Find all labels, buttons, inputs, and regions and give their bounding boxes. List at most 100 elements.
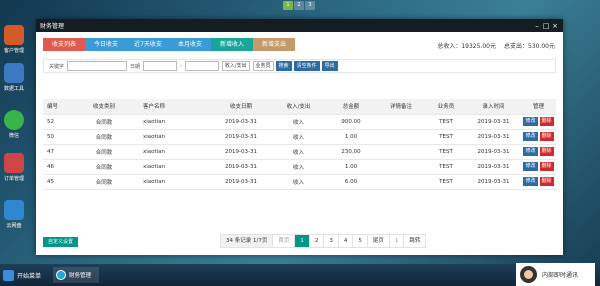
edit-button[interactable]: 修改 <box>523 117 538 126</box>
edit-button[interactable]: 修改 <box>523 132 538 141</box>
finance-app-icon <box>56 270 67 280</box>
cell-amount: 900.00 <box>326 114 376 130</box>
page-link-5[interactable]: 5 <box>353 235 368 247</box>
total-expense: 总支出：530.00元 <box>504 43 555 50</box>
cell-customer: xiaotian <box>139 159 211 175</box>
cell-customer: xiaotian <box>139 114 211 130</box>
delete-button[interactable]: 删除 <box>539 162 554 171</box>
col-header: 收支日期 <box>211 99 271 115</box>
page-jump-input[interactable]: 1 <box>390 235 405 247</box>
page-jump-button[interactable]: 跳转 <box>404 235 425 247</box>
orders-icon <box>4 153 24 173</box>
taskbar: 开始菜单 财务管理 <box>0 264 600 286</box>
cell-amount: 230.00 <box>326 144 376 160</box>
cell-category: 合同款 <box>69 129 139 145</box>
cell-type: 收入 <box>271 144 326 160</box>
cell-note <box>376 174 426 190</box>
cell-id: 50 <box>43 129 69 145</box>
page-link-2[interactable]: 2 <box>310 235 325 247</box>
col-header: 编号 <box>43 99 69 115</box>
cell-actions: 修改 删除 <box>521 159 556 175</box>
col-header: 总金额 <box>326 99 376 115</box>
desktop-icon-data-tools[interactable]: 数据工具 <box>2 63 26 97</box>
keyword-input[interactable] <box>67 61 128 71</box>
desktop-icon-orders[interactable]: 订单管理 <box>2 153 26 187</box>
table-row: 52 合同款 xiaotian 2019-03-31 收入 900.00 TES… <box>43 114 556 130</box>
data-tools-icon <box>4 63 24 83</box>
cell-entry-time: 2019-03-31 <box>466 144 521 160</box>
custom-settings-button[interactable]: 自定义设置 <box>43 237 79 247</box>
clear-filters-button[interactable]: 清空条件 <box>293 61 320 71</box>
im-label: 内部即时通讯 <box>542 272 579 279</box>
delete-button[interactable]: 删除 <box>539 177 554 186</box>
desktop-icon-wechat[interactable]: 微信 <box>2 110 26 144</box>
desktop-page-1[interactable]: 1 <box>283 1 293 10</box>
cell-date: 2019-03-31 <box>211 144 271 160</box>
cell-date: 2019-03-31 <box>211 129 271 145</box>
cell-note <box>376 114 426 130</box>
desktop-icon-crm[interactable]: 客户管理 <box>2 25 26 59</box>
tab-last-7-days[interactable]: 近7天收支 <box>127 38 169 51</box>
edit-button[interactable]: 修改 <box>523 162 538 171</box>
add-expense-button[interactable]: 新增支出 <box>253 38 295 51</box>
taskbar-app-label: 财务管理 <box>69 273 92 279</box>
cell-type: 收入 <box>271 159 326 175</box>
cell-note <box>376 129 426 145</box>
search-button[interactable]: 搜索 <box>275 61 292 71</box>
minimize-icon[interactable]: – <box>533 22 541 30</box>
add-income-button[interactable]: 新增收入 <box>211 38 253 51</box>
cell-amount: 1.00 <box>326 129 376 145</box>
start-menu-button[interactable]: 开始菜单 <box>0 269 41 281</box>
cell-actions: 修改 删除 <box>521 129 556 145</box>
cell-actions: 修改 删除 <box>521 144 556 160</box>
first-page-link[interactable]: 首页 <box>273 235 296 247</box>
cell-customer: xiaotian <box>139 174 211 190</box>
delete-button[interactable]: 删除 <box>539 147 554 156</box>
desktop-icon-cloud-drive[interactable]: 云网盘 <box>2 200 26 234</box>
cloud-drive-icon <box>4 200 24 220</box>
tab-records[interactable]: 收支列表 <box>43 38 85 51</box>
cell-entry-time: 2019-03-31 <box>466 159 521 175</box>
cell-customer: xiaotian <box>139 144 211 160</box>
taskbar-app-finance[interactable]: 财务管理 <box>53 267 100 283</box>
cell-entry-time: 2019-03-31 <box>466 114 521 130</box>
table-row: 45 合同款 xiaotian 2019-03-31 收入 6.00 TEST … <box>43 174 556 190</box>
cell-type: 收入 <box>271 129 326 145</box>
keyword-label: 关键字 <box>49 63 65 70</box>
cell-id: 47 <box>43 144 69 160</box>
maximize-icon[interactable]: □ <box>542 22 550 30</box>
crm-icon <box>4 25 24 45</box>
last-page-link[interactable]: 尾页 <box>368 235 390 247</box>
page-link-3[interactable]: 3 <box>324 235 339 247</box>
cell-note <box>376 159 426 175</box>
window-titlebar[interactable]: 财务管理 – □ × <box>36 19 563 32</box>
finance-table: 编号 收支类别 客户名称 收支日期 收入/支出 总金额 详情备注 业务员 录入时… <box>43 99 556 190</box>
page-link-1[interactable]: 1 <box>295 235 310 247</box>
desktop-pager: 1 2 3 <box>283 1 315 10</box>
cell-date: 2019-03-31 <box>211 159 271 175</box>
tab-this-month[interactable]: 本月收支 <box>169 38 211 51</box>
desktop-page-3[interactable]: 3 <box>305 1 315 10</box>
date-start-input[interactable] <box>143 61 178 71</box>
type-select[interactable]: 收入/支出 <box>221 61 250 71</box>
salesman-select[interactable]: 业务员 <box>252 61 274 71</box>
cell-salesman: TEST <box>426 159 466 175</box>
date-end-input[interactable] <box>184 61 219 71</box>
export-button[interactable]: 导出 <box>321 61 338 71</box>
edit-button[interactable]: 修改 <box>523 177 538 186</box>
close-icon[interactable]: × <box>551 22 559 30</box>
edit-button[interactable]: 修改 <box>523 147 538 156</box>
instant-messaging-widget[interactable]: 内部即时通讯 <box>516 263 595 286</box>
delete-button[interactable]: 删除 <box>539 117 554 126</box>
page-link-4[interactable]: 4 <box>339 235 354 247</box>
desktop-icon-label: 微信 <box>8 133 19 139</box>
tab-today[interactable]: 今日收支 <box>85 38 127 51</box>
date-separator: - <box>180 63 182 69</box>
desktop-page-2[interactable]: 2 <box>294 1 304 10</box>
cell-amount: 1.00 <box>326 159 376 175</box>
cell-id: 46 <box>43 159 69 175</box>
avatar <box>520 266 537 283</box>
cell-category: 合同款 <box>69 174 139 190</box>
delete-button[interactable]: 删除 <box>539 132 554 141</box>
cell-amount: 6.00 <box>326 174 376 190</box>
